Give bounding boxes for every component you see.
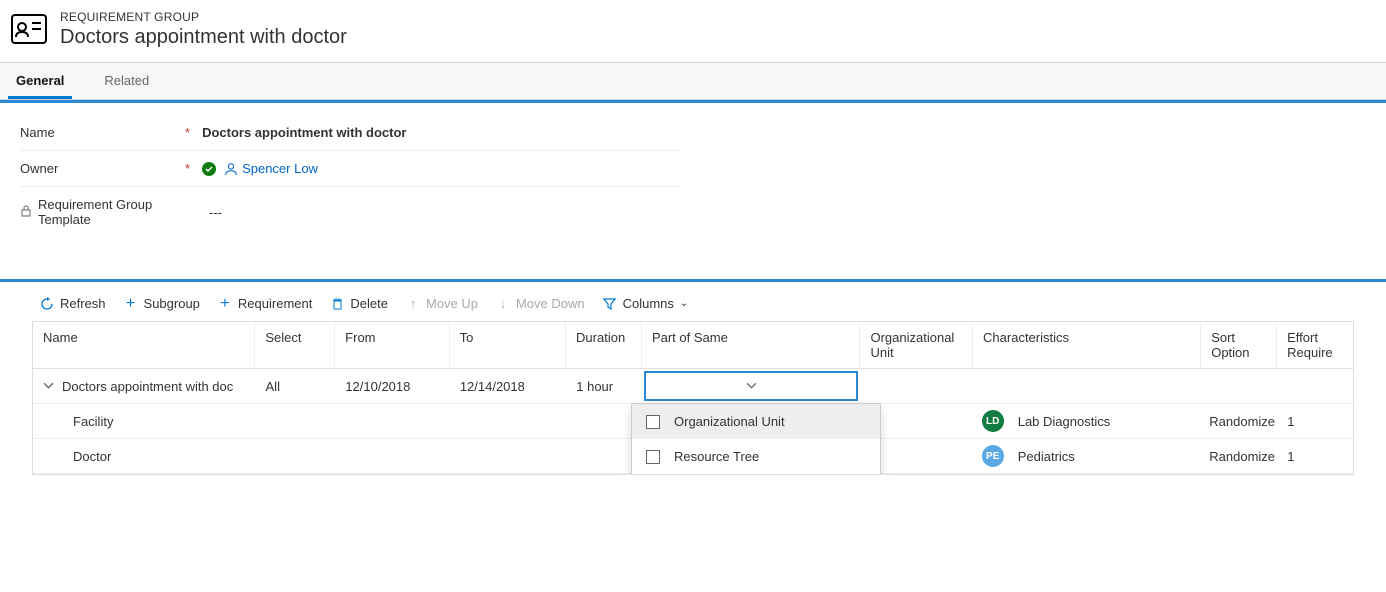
col-part[interactable]: Part of Same [642, 322, 861, 368]
chevron-down-icon[interactable] [43, 379, 54, 394]
page-header: REQUIREMENT GROUP Doctors appointment wi… [0, 0, 1386, 62]
popup-option-location[interactable]: Location [632, 474, 880, 475]
row-sort: Randomize [1199, 408, 1277, 435]
col-to[interactable]: To [450, 322, 566, 368]
user-icon [224, 162, 238, 176]
grid-toolbar: Refresh + Subgroup + Requirement Delete … [16, 290, 1370, 321]
row-name: Facility [33, 408, 256, 435]
col-duration[interactable]: Duration [566, 322, 642, 368]
col-from[interactable]: From [335, 322, 449, 368]
part-of-same-dropdown[interactable] [644, 371, 858, 401]
required-marker: * [185, 125, 190, 140]
arrow-down-icon: ↓ [496, 297, 510, 311]
requirement-button[interactable]: + Requirement [218, 296, 312, 311]
table-row[interactable]: Doctors appointment with doc All 12/10/2… [33, 369, 1353, 404]
page-title: Doctors appointment with doctor [60, 26, 347, 49]
row-characteristics: PE Pediatrics [972, 439, 1200, 473]
lock-icon [20, 205, 32, 220]
plus-icon: + [218, 297, 232, 311]
tab-related[interactable]: Related [96, 63, 157, 99]
refresh-button[interactable]: Refresh [40, 296, 106, 311]
row-characteristics: LD Lab Diagnostics [972, 404, 1200, 438]
trash-icon [330, 297, 344, 311]
form-section: Name * Doctors appointment with doctor O… [0, 100, 1386, 249]
presence-available-icon [202, 162, 216, 176]
row-effort: 1 [1277, 408, 1353, 435]
requirements-grid: Name Select From To Duration Part of Sam… [32, 321, 1354, 475]
field-template: Requirement Group Template --- [20, 187, 680, 237]
refresh-icon [40, 297, 54, 311]
tab-general[interactable]: General [8, 63, 72, 99]
popup-option-resource-tree[interactable]: Resource Tree [632, 439, 880, 474]
field-owner[interactable]: Owner * Spencer Low [20, 151, 680, 187]
owner-user-link[interactable]: Spencer Low [218, 161, 318, 176]
row-sort: Randomize [1199, 443, 1277, 470]
grid-header: Name Select From To Duration Part of Sam… [33, 322, 1353, 369]
grid-section: Refresh + Subgroup + Requirement Delete … [0, 279, 1386, 475]
moveup-button: ↑ Move Up [406, 296, 478, 311]
row-name: Doctor [33, 443, 256, 470]
col-org[interactable]: Organizational Unit [860, 322, 973, 368]
char-text: Lab Diagnostics [1018, 414, 1111, 429]
arrow-up-icon: ↑ [406, 297, 420, 311]
row-name: Doctors appointment with doc [62, 379, 233, 394]
col-char[interactable]: Characteristics [973, 322, 1201, 368]
col-sort[interactable]: Sort Option [1201, 322, 1277, 368]
required-marker: * [185, 161, 190, 176]
col-name[interactable]: Name [33, 322, 255, 368]
name-label: Name [20, 125, 55, 140]
checkbox[interactable] [646, 415, 660, 429]
delete-button[interactable]: Delete [330, 296, 388, 311]
requirement-group-icon [8, 8, 50, 50]
template-label: Requirement Group Template [38, 197, 185, 227]
plus-icon: + [124, 297, 138, 311]
part-of-same-popup: Organizational Unit Resource Tree Locati… [631, 403, 881, 475]
row-effort: 1 [1277, 443, 1353, 470]
row-from: 12/10/2018 [335, 373, 450, 400]
col-effort[interactable]: Effort Require [1277, 322, 1353, 368]
row-to: 12/14/2018 [450, 373, 566, 400]
template-value: --- [185, 205, 680, 220]
popup-option-org-unit[interactable]: Organizational Unit [632, 404, 880, 439]
row-duration: 1 hour [566, 373, 642, 400]
checkbox[interactable] [646, 450, 660, 464]
char-badge: LD [982, 410, 1004, 432]
filter-icon [603, 297, 617, 311]
char-badge: PE [982, 445, 1004, 467]
columns-button[interactable]: Columns ⌄ [603, 296, 689, 311]
col-select[interactable]: Select [255, 322, 335, 368]
owner-label: Owner [20, 161, 58, 176]
chevron-down-icon [746, 379, 757, 394]
subgroup-button[interactable]: + Subgroup [124, 296, 200, 311]
field-name[interactable]: Name * Doctors appointment with doctor [20, 115, 680, 151]
chevron-down-icon: ⌄ [680, 298, 688, 309]
movedown-button: ↓ Move Down [496, 296, 585, 311]
row-select: All [256, 373, 336, 400]
name-value: Doctors appointment with doctor [202, 125, 680, 140]
owner-value: Spencer Low [242, 161, 318, 176]
tab-bar: General Related [0, 62, 1386, 100]
entity-type-label: REQUIREMENT GROUP [60, 10, 347, 24]
char-text: Pediatrics [1018, 449, 1075, 464]
